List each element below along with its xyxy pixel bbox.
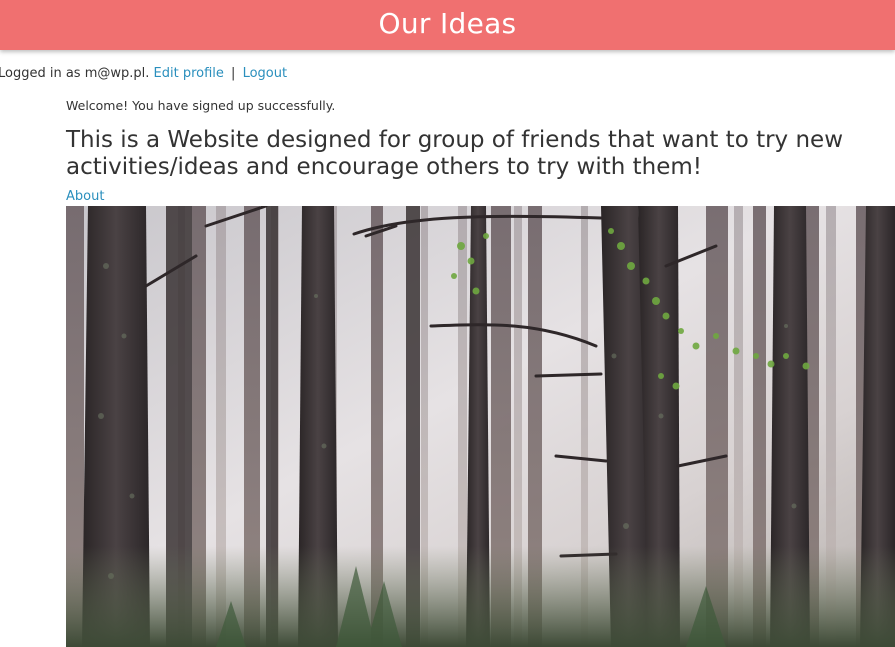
flash-notice: Welcome! You have signed up successfully… — [66, 98, 336, 113]
logout-link[interactable]: Logout — [243, 66, 288, 81]
about-link[interactable]: About — [66, 189, 104, 204]
user-status-line: Logged in as m@wp.pl. Edit profile | Log… — [0, 66, 287, 81]
site-title: Our Ideas — [378, 6, 517, 40]
edit-profile-link[interactable]: Edit profile — [154, 66, 224, 81]
page-headline: This is a Website designed for group of … — [66, 127, 844, 180]
header-bar: Our Ideas — [0, 0, 895, 50]
hero-image-forest — [66, 206, 895, 647]
logged-in-text: Logged in as m@wp.pl. — [0, 66, 150, 81]
nav-separator: | — [231, 66, 236, 81]
